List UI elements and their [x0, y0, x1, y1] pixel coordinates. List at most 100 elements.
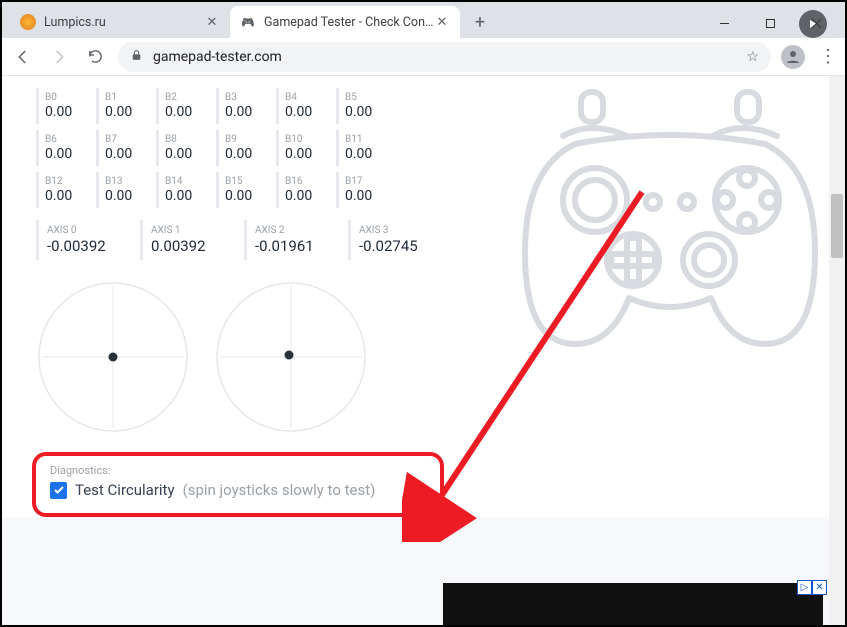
- button-value: 0.00: [225, 146, 270, 162]
- tab-lumpics[interactable]: Lumpics.ru ✕: [10, 6, 230, 38]
- button-label: B16: [285, 176, 330, 188]
- gamepad-button-cell: B00.00: [36, 88, 90, 124]
- gamepad-button-cell: B50.00: [336, 88, 390, 124]
- ad-close-icon[interactable]: ✕: [812, 580, 827, 595]
- gamepad-button-cell: B60.00: [36, 130, 90, 166]
- button-label: B4: [285, 92, 330, 104]
- button-label: B7: [105, 134, 150, 146]
- tab-gamepad-tester[interactable]: 🎮 Gamepad Tester - Check Control ✕: [230, 6, 460, 38]
- forward-button[interactable]: [46, 44, 72, 70]
- gamepad-button-cell: B20.00: [156, 88, 210, 124]
- button-value: 0.00: [225, 188, 270, 204]
- button-label: B13: [105, 176, 150, 188]
- left-stick-visual: [36, 280, 190, 434]
- controller-illustration: [515, 82, 825, 362]
- axis-value: -0.00392: [47, 237, 122, 255]
- axis-value: 0.00392: [151, 237, 226, 255]
- test-circularity-label: Test Circularity: [75, 481, 175, 499]
- gamepad-button-cell: B10.00: [96, 88, 150, 124]
- button-value: 0.00: [45, 104, 90, 120]
- button-value: 0.00: [345, 188, 390, 204]
- axis-label: AXIS 2: [255, 225, 330, 237]
- gamepad-axis-cell: AXIS 10.00392: [140, 220, 226, 260]
- ad-banner[interactable]: [443, 583, 823, 625]
- gamepad-axis-cell: AXIS 3-0.02745: [348, 220, 434, 260]
- vertical-scrollbar[interactable]: [829, 76, 845, 625]
- gamepad-button-cell: B130.00: [96, 172, 150, 208]
- button-value: 0.00: [345, 104, 390, 120]
- button-value: 0.00: [45, 188, 90, 204]
- gamepad-button-cell: B80.00: [156, 130, 210, 166]
- url-text: gamepad-tester.com: [153, 49, 736, 65]
- kebab-menu-icon[interactable]: ⋮: [819, 46, 837, 67]
- button-value: 0.00: [165, 188, 210, 204]
- button-value: 0.00: [45, 146, 90, 162]
- adchoices-icon[interactable]: ▷: [797, 580, 812, 595]
- button-value: 0.00: [105, 104, 150, 120]
- axis-value: -0.01961: [255, 237, 330, 255]
- button-label: B6: [45, 134, 90, 146]
- button-value: 0.00: [285, 188, 330, 204]
- gamepad-button-cell: B30.00: [216, 88, 270, 124]
- gamepad-button-cell: B40.00: [276, 88, 330, 124]
- button-label: B1: [105, 92, 150, 104]
- ad-close-controls[interactable]: ▷✕: [797, 580, 827, 595]
- button-value: 0.00: [285, 104, 330, 120]
- browser-tab-strip: Lumpics.ru ✕ 🎮 Gamepad Tester - Check Co…: [2, 2, 845, 38]
- button-label: B12: [45, 176, 90, 188]
- button-value: 0.00: [105, 188, 150, 204]
- button-value: 0.00: [225, 104, 270, 120]
- button-label: B14: [165, 176, 210, 188]
- button-label: B11: [345, 134, 390, 146]
- button-label: B17: [345, 176, 390, 188]
- window-maximize-button[interactable]: [747, 8, 793, 38]
- gamepad-button-cell: B170.00: [336, 172, 390, 208]
- button-label: B8: [165, 134, 210, 146]
- star-icon[interactable]: ☆: [746, 49, 759, 65]
- gamepad-button-cell: B150.00: [216, 172, 270, 208]
- close-tab-icon[interactable]: ✕: [204, 14, 220, 30]
- new-tab-button[interactable]: +: [466, 8, 494, 36]
- button-label: B5: [345, 92, 390, 104]
- test-circularity-hint: (spin joysticks slowly to test): [183, 481, 376, 499]
- back-button[interactable]: [10, 44, 36, 70]
- gamepad-axis-cell: AXIS 0-0.00392: [36, 220, 122, 260]
- button-value: 0.00: [285, 146, 330, 162]
- axis-label: AXIS 0: [47, 225, 122, 237]
- button-label: B0: [45, 92, 90, 104]
- address-bar[interactable]: gamepad-tester.com ☆: [118, 42, 771, 72]
- favicon-lumpics: [20, 14, 36, 30]
- button-label: B15: [225, 176, 270, 188]
- button-label: B2: [165, 92, 210, 104]
- window-close-button[interactable]: [793, 8, 839, 38]
- diagnostics-panel: Diagnostics: Test Circularity (spin joys…: [32, 452, 444, 517]
- button-value: 0.00: [165, 146, 210, 162]
- gamepad-button-cell: B90.00: [216, 130, 270, 166]
- gamepad-axis-cell: AXIS 2-0.01961: [244, 220, 330, 260]
- gamepad-button-cell: B110.00: [336, 130, 390, 166]
- button-value: 0.00: [345, 146, 390, 162]
- axis-label: AXIS 1: [151, 225, 226, 237]
- gamepad-button-cell: B70.00: [96, 130, 150, 166]
- gamepad-button-cell: B140.00: [156, 172, 210, 208]
- window-minimize-button[interactable]: [701, 8, 747, 38]
- button-label: B9: [225, 134, 270, 146]
- button-value: 0.00: [105, 146, 150, 162]
- gamepad-button-cell: B160.00: [276, 172, 330, 208]
- lock-icon: [130, 49, 143, 65]
- axis-value: -0.02745: [359, 237, 434, 255]
- button-label: B3: [225, 92, 270, 104]
- axis-label: AXIS 3: [359, 225, 434, 237]
- right-stick-visual: [214, 280, 368, 434]
- test-circularity-checkbox[interactable]: [50, 482, 67, 499]
- favicon-gamepad: 🎮: [240, 14, 256, 30]
- gamepad-button-cell: B120.00: [36, 172, 90, 208]
- reload-button[interactable]: [82, 44, 108, 70]
- browser-toolbar: gamepad-tester.com ☆ ⋮: [2, 38, 845, 76]
- profile-avatar[interactable]: [781, 45, 805, 69]
- tab-title: Lumpics.ru: [44, 15, 204, 30]
- close-tab-icon[interactable]: ✕: [434, 14, 450, 30]
- diagnostics-header: Diagnostics:: [50, 464, 426, 477]
- button-value: 0.00: [165, 104, 210, 120]
- button-label: B10: [285, 134, 330, 146]
